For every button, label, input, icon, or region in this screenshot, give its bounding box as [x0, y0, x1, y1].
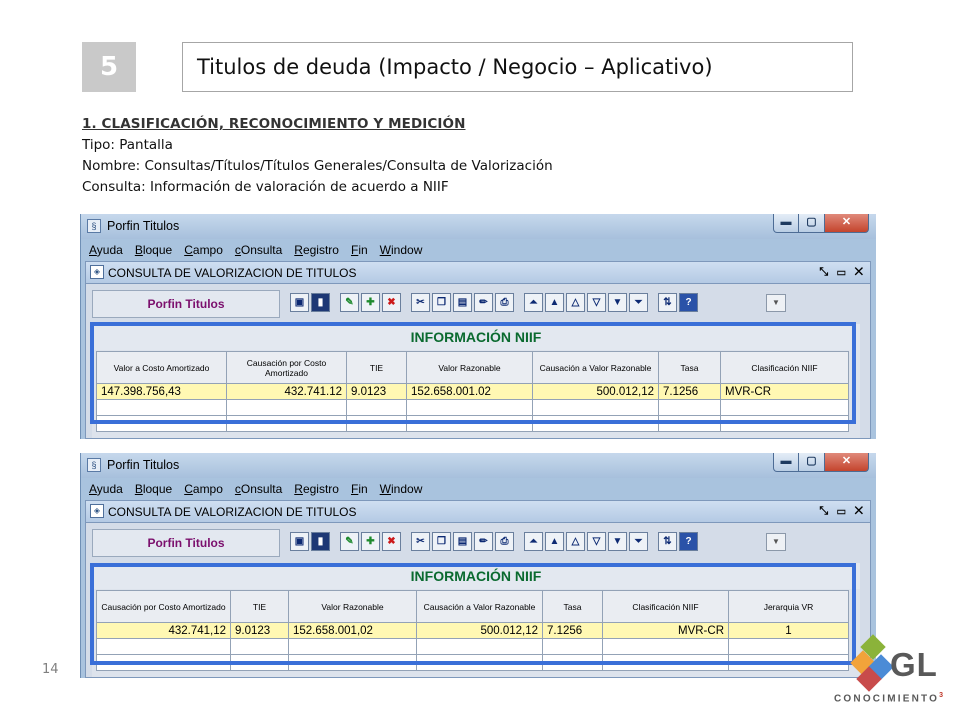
menu-consulta[interactable]: cOnsulta	[235, 243, 282, 257]
paste-icon[interactable]: ▤	[453, 293, 472, 312]
form-controls[interactable]: ⤡ ▭ ✕	[819, 266, 866, 279]
intro-block: 1. CLASIFICACIÓN, RECONOCIMIENTO Y MEDIC…	[82, 114, 553, 198]
print-icon[interactable]: ⎙	[495, 532, 514, 551]
help-icon[interactable]: ?	[679, 532, 698, 551]
previous-record-icon[interactable]: △	[566, 293, 585, 312]
first-record-icon[interactable]: ⏶	[524, 293, 543, 312]
next-record-icon[interactable]: ▽	[587, 293, 606, 312]
add-icon[interactable]: ✚	[361, 293, 380, 312]
menu-bar: Ayuda Bloque Campo cOnsulta Registro Fin…	[81, 239, 876, 261]
company-logo: GL CONOCIMIENTO3	[830, 628, 960, 720]
name-line: Nombre: Consultas/Títulos/Títulos Genera…	[82, 158, 553, 174]
toolbar: ▣ ▮ ✎ ✚ ✖ ✂ ❐ ▤ ✏ ⎙ ⏶ ▲ △ ▽ ▼ ⏷ ⇅ ?	[290, 293, 700, 315]
menu-ayuda[interactable]: Ayuda	[89, 243, 123, 257]
slide-title-text: Titulos de deuda (Impacto / Negocio – Ap…	[197, 55, 713, 79]
help-icon[interactable]: ?	[679, 293, 698, 312]
menu-consulta[interactable]: cOnsulta	[235, 482, 282, 496]
query-line: Consulta: Información de valoración de a…	[82, 179, 449, 195]
highlight-frame-2	[90, 563, 856, 665]
form-title: CONSULTA DE VALORIZACION DE TITULOS	[108, 505, 357, 519]
form-icon: ◈	[90, 504, 104, 518]
dropdown-button[interactable]: ▼	[766, 533, 786, 551]
slide-number: 5	[82, 42, 136, 92]
pencil-icon[interactable]: ✏	[474, 532, 493, 551]
edit-icon[interactable]: ✎	[340, 532, 359, 551]
menu-window[interactable]: Window	[380, 482, 423, 496]
first-record-icon[interactable]: ⏶	[524, 532, 543, 551]
menu-window[interactable]: Window	[380, 243, 423, 257]
slide-title: Titulos de deuda (Impacto / Negocio – Ap…	[182, 42, 853, 92]
query-icon[interactable]: ⇅	[658, 293, 677, 312]
save-icon[interactable]: ▣	[290, 532, 309, 551]
window-titlebar: § Porfin Titulos ▬ ▢ ✕	[81, 214, 876, 239]
paste-icon[interactable]: ▤	[453, 532, 472, 551]
dropdown-button[interactable]: ▼	[766, 294, 786, 312]
form-titlebar: ◈ CONSULTA DE VALORIZACION DE TITULOS ⤡ …	[86, 262, 870, 284]
previous-record-icon[interactable]: △	[566, 532, 585, 551]
exit-icon[interactable]: ▮	[311, 532, 330, 551]
menu-registro[interactable]: Registro	[294, 482, 339, 496]
menu-campo[interactable]: Campo	[184, 482, 223, 496]
form-icon: ◈	[90, 265, 104, 279]
previous-block-icon[interactable]: ▲	[545, 532, 564, 551]
logo-subtitle-text: CONOCIMIENTO	[834, 693, 940, 705]
menu-fin[interactable]: Fin	[351, 243, 368, 257]
toolbar: ▣ ▮ ✎ ✚ ✖ ✂ ❐ ▤ ✏ ⎙ ⏶ ▲ △ ▽ ▼ ⏷ ⇅ ?	[290, 532, 700, 554]
maximize-button[interactable]: ▢	[799, 453, 825, 472]
form-titlebar: ◈ CONSULTA DE VALORIZACION DE TITULOS ⤡ …	[86, 501, 870, 523]
minimize-button[interactable]: ▬	[773, 453, 799, 472]
logo-subtitle: CONOCIMIENTO3	[834, 692, 943, 704]
delete-icon[interactable]: ✖	[382, 532, 401, 551]
copy-icon[interactable]: ❐	[432, 532, 451, 551]
window-titlebar: § Porfin Titulos ▬ ▢ ✕	[81, 453, 876, 478]
menu-ayuda[interactable]: Ayuda	[89, 482, 123, 496]
cut-icon[interactable]: ✂	[411, 293, 430, 312]
toolbar-row: Porfin Titulos ▣ ▮ ✎ ✚ ✖ ✂ ❐ ▤ ✏ ⎙ ⏶ ▲ △…	[86, 523, 870, 561]
edit-icon[interactable]: ✎	[340, 293, 359, 312]
porfin-label: Porfin Titulos	[92, 529, 280, 557]
menu-bloque[interactable]: Bloque	[135, 243, 172, 257]
save-icon[interactable]: ▣	[290, 293, 309, 312]
toolbar-row: Porfin Titulos ▣ ▮ ✎ ✚ ✖ ✂ ❐ ▤ ✏ ⎙ ⏶ ▲ △…	[86, 284, 870, 322]
last-record-icon[interactable]: ⏷	[629, 293, 648, 312]
page-number: 14	[42, 662, 59, 677]
next-record-icon[interactable]: ▽	[587, 532, 606, 551]
window-title: Porfin Titulos	[107, 219, 180, 233]
highlight-frame-1	[90, 322, 856, 424]
minimize-button[interactable]: ▬	[773, 214, 799, 233]
form-controls[interactable]: ⤡ ▭ ✕	[819, 505, 866, 518]
last-record-icon[interactable]: ⏷	[629, 532, 648, 551]
window-controls: ▬ ▢ ✕	[773, 214, 869, 233]
print-icon[interactable]: ⎙	[495, 293, 514, 312]
copy-icon[interactable]: ❐	[432, 293, 451, 312]
form-title: CONSULTA DE VALORIZACION DE TITULOS	[108, 266, 357, 280]
menu-campo[interactable]: Campo	[184, 243, 223, 257]
query-icon[interactable]: ⇅	[658, 532, 677, 551]
menu-bar: Ayuda Bloque Campo cOnsulta Registro Fin…	[81, 478, 876, 500]
maximize-button[interactable]: ▢	[799, 214, 825, 233]
next-block-icon[interactable]: ▼	[608, 532, 627, 551]
next-block-icon[interactable]: ▼	[608, 293, 627, 312]
logo-text: GL	[890, 646, 938, 683]
section-heading: 1. CLASIFICACIÓN, RECONOCIMIENTO Y MEDIC…	[82, 116, 466, 132]
window-title: Porfin Titulos	[107, 458, 180, 472]
close-button[interactable]: ✕	[825, 453, 869, 472]
exit-icon[interactable]: ▮	[311, 293, 330, 312]
delete-icon[interactable]: ✖	[382, 293, 401, 312]
logo-superscript: 3	[939, 692, 944, 699]
app-icon: §	[87, 458, 101, 472]
menu-bloque[interactable]: Bloque	[135, 482, 172, 496]
add-icon[interactable]: ✚	[361, 532, 380, 551]
pencil-icon[interactable]: ✏	[474, 293, 493, 312]
window-controls: ▬ ▢ ✕	[773, 453, 869, 472]
porfin-label: Porfin Titulos	[92, 290, 280, 318]
type-line: Tipo: Pantalla	[82, 137, 173, 153]
menu-registro[interactable]: Registro	[294, 243, 339, 257]
menu-fin[interactable]: Fin	[351, 482, 368, 496]
cut-icon[interactable]: ✂	[411, 532, 430, 551]
close-button[interactable]: ✕	[825, 214, 869, 233]
app-icon: §	[87, 219, 101, 233]
previous-block-icon[interactable]: ▲	[545, 293, 564, 312]
